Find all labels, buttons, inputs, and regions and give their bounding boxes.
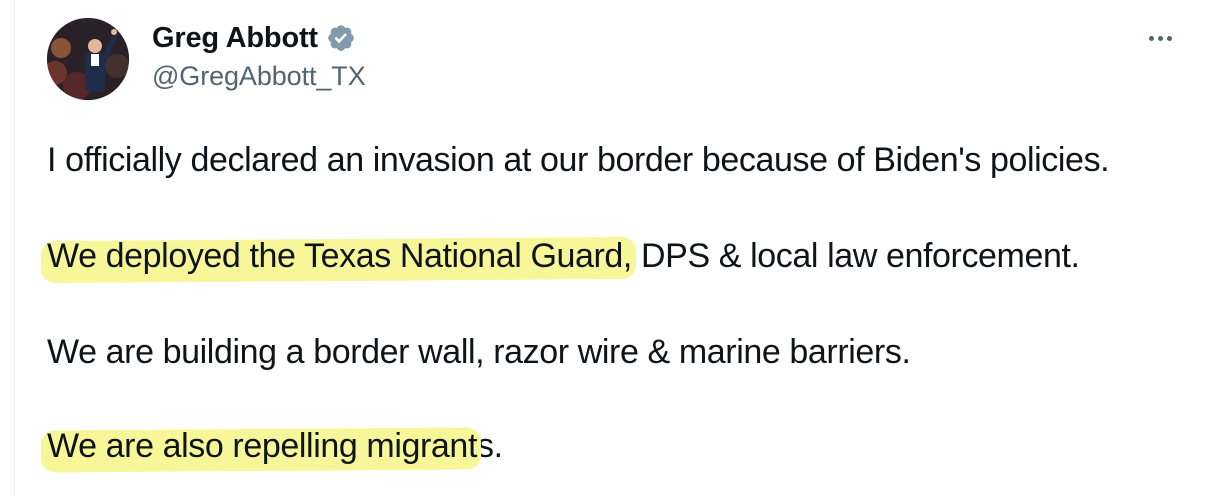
more-options-button[interactable] bbox=[1140, 26, 1180, 50]
highlighted-text: We deployed the Texas National Guard, bbox=[47, 237, 632, 275]
paragraph-text: We are building a border wall, razor wir… bbox=[47, 333, 911, 371]
tweet-paragraph: We are building a border wall, razor wir… bbox=[47, 332, 911, 372]
author-handle[interactable]: @GregAbbott_TX bbox=[152, 61, 366, 92]
more-horizontal-icon bbox=[1148, 35, 1154, 41]
avatar-photo bbox=[47, 18, 129, 100]
more-horizontal-icon bbox=[1166, 35, 1172, 41]
tweet-card: Greg Abbott @GregAbbott_TX I officially … bbox=[0, 0, 1208, 496]
tweet-paragraph: We are also repelling migrants. bbox=[47, 426, 503, 466]
author-name-row: Greg Abbott bbox=[152, 20, 356, 56]
avatar[interactable] bbox=[47, 18, 129, 100]
more-horizontal-icon bbox=[1157, 35, 1163, 41]
paragraph-text: DPS & local law enforcement. bbox=[631, 237, 1080, 275]
highlighted-text: We are also repelling migrant bbox=[47, 427, 477, 465]
paragraph-text: I officially declared an invasion at our… bbox=[47, 141, 1110, 179]
author-display-name[interactable]: Greg Abbott bbox=[152, 22, 318, 55]
verified-badge-icon bbox=[328, 25, 354, 51]
tweet-paragraph: I officially declared an invasion at our… bbox=[47, 140, 1110, 180]
tweet-paragraph: We deployed the Texas National Guard, DP… bbox=[47, 236, 1080, 276]
